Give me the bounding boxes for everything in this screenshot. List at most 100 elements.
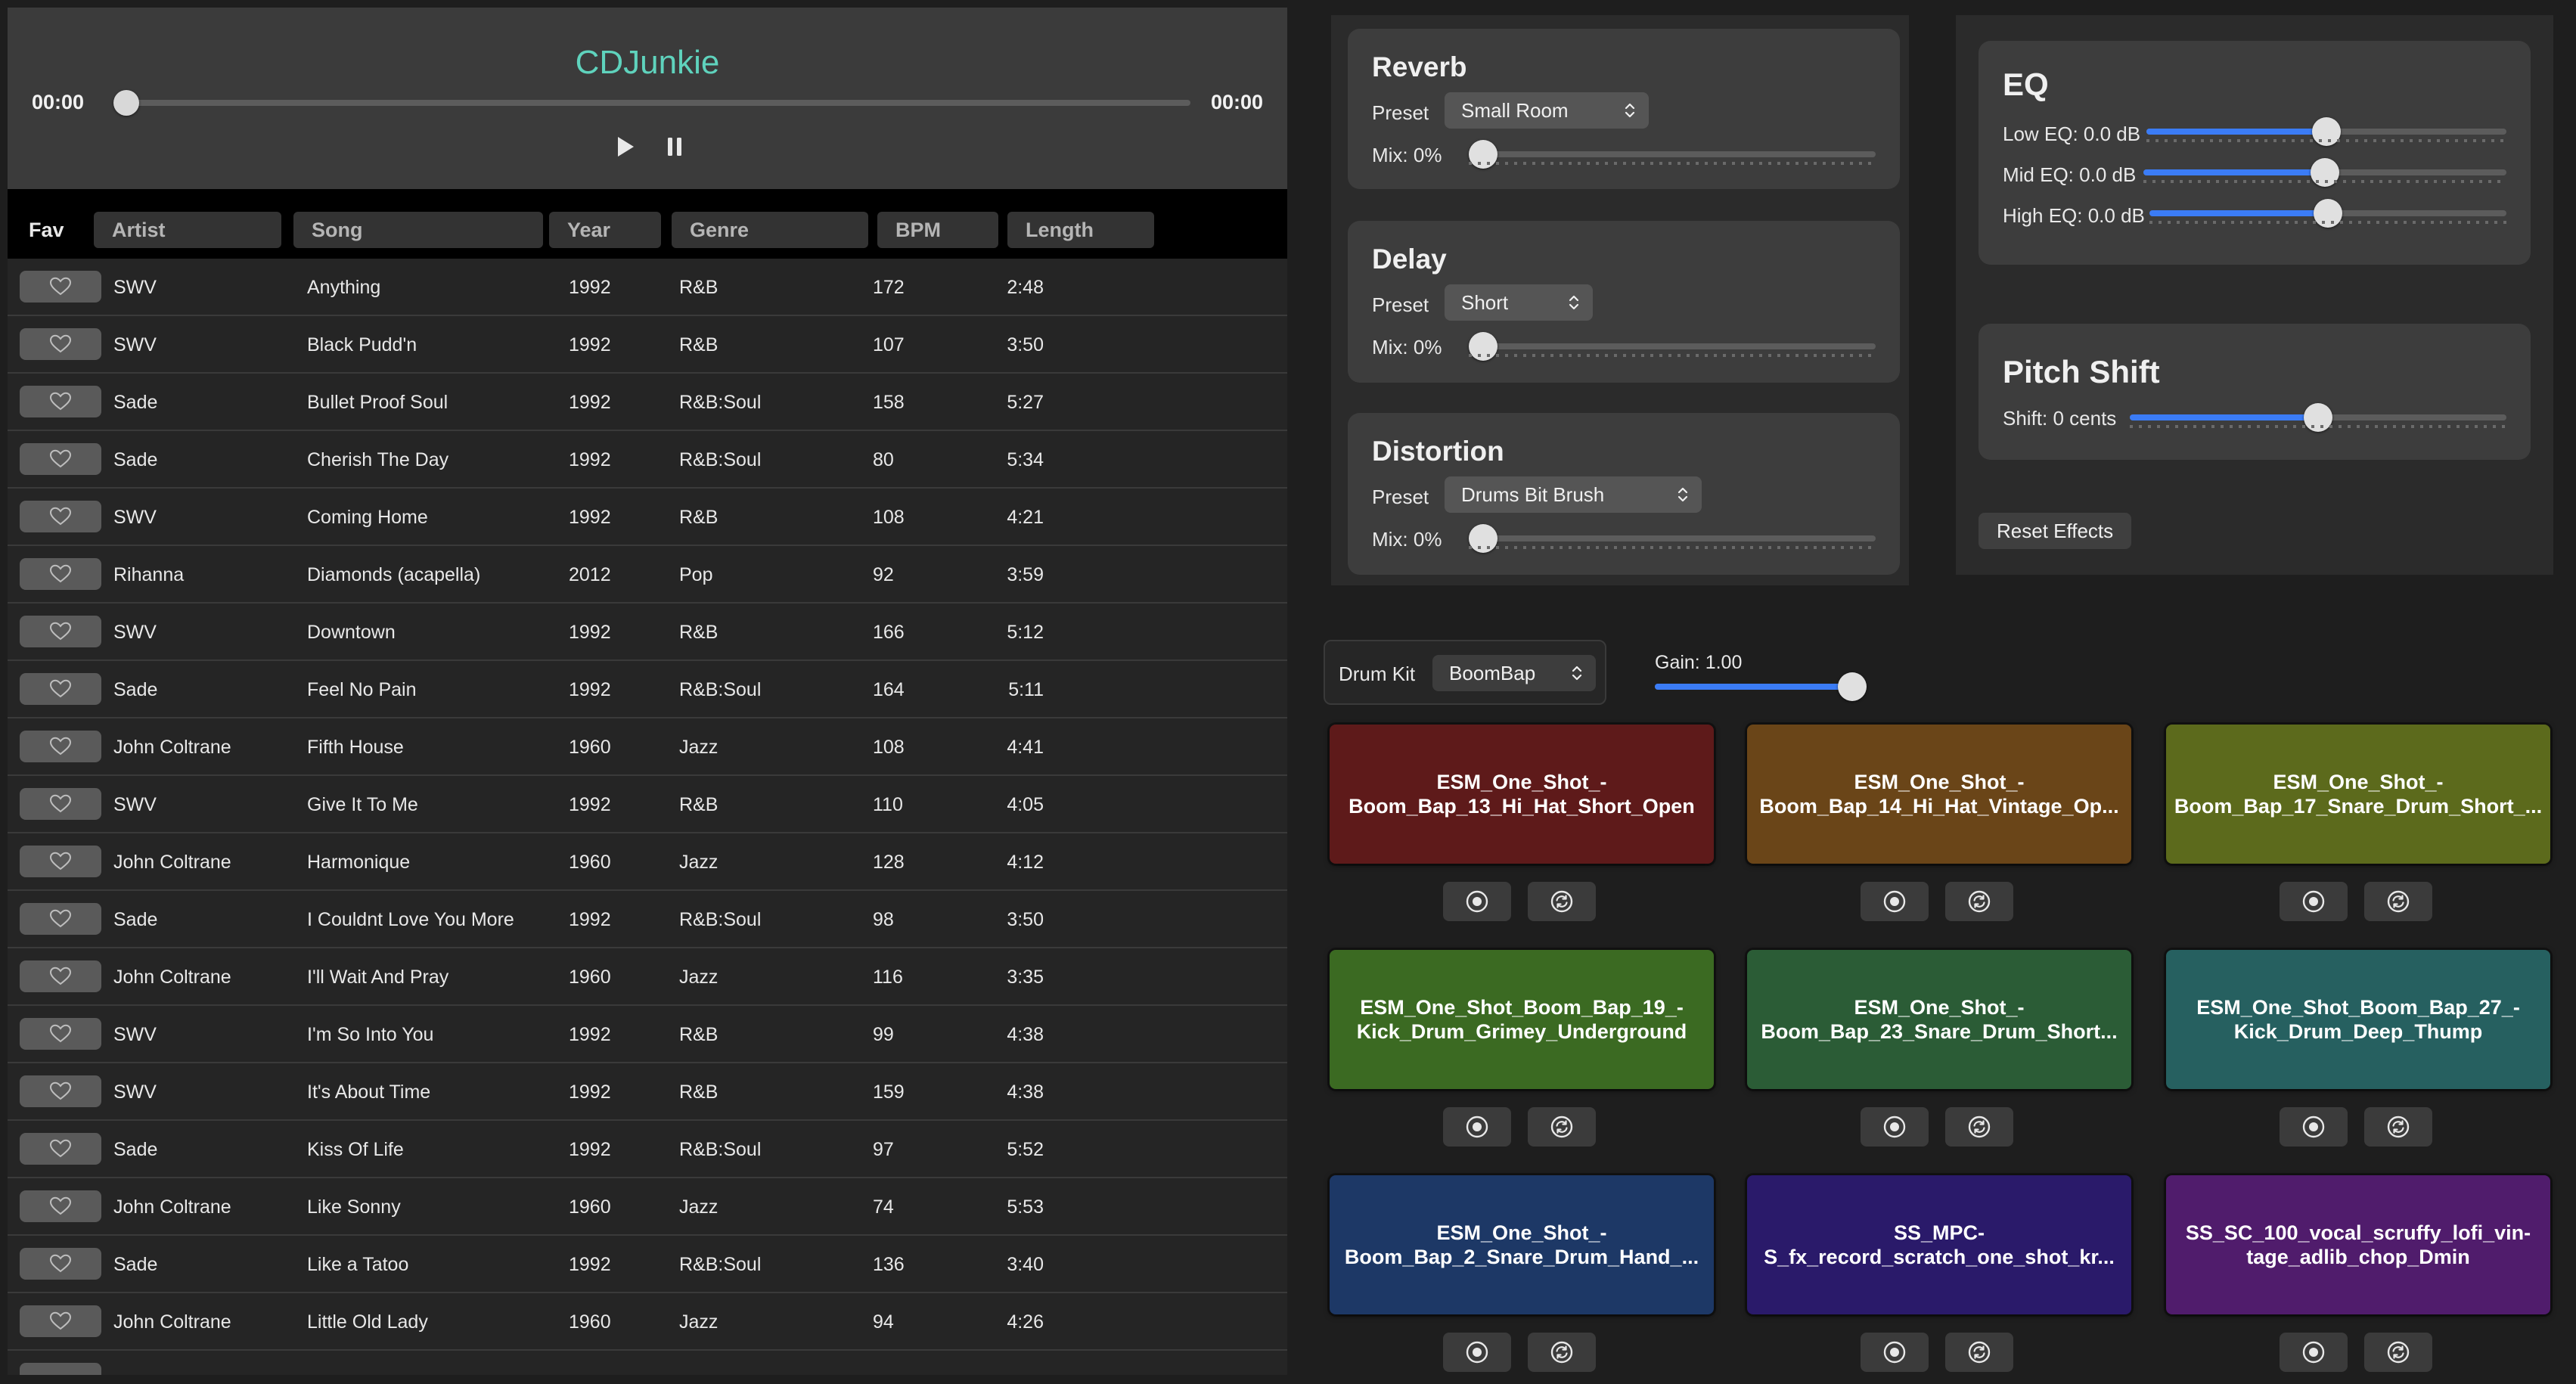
drum-pad[interactable]: ESM_One_Shot_Boom_Bap_27_- Kick_Drum_Dee… (2166, 950, 2550, 1089)
high-eq-slider[interactable] (2149, 199, 2506, 228)
pad-loop-button[interactable] (1945, 1107, 2013, 1147)
pad-loop-button[interactable] (2364, 1107, 2432, 1147)
pad-loop-button[interactable] (2364, 882, 2432, 921)
seek-knob[interactable] (113, 90, 139, 116)
pad-loop-button[interactable] (1945, 1333, 2013, 1372)
table-row[interactable]: SWV Give It To Me 1992 R&B 110 4:05 (8, 776, 1287, 833)
table-row[interactable]: John Coltrane Harmonique 1960 Jazz 128 4:12 (8, 833, 1287, 891)
drum-kit-select[interactable]: BoomBap (1432, 655, 1596, 691)
drum-pad[interactable]: ESM_One_Shot_Boom_Bap_19_- Kick_Drum_Gri… (1330, 950, 1714, 1089)
pad-loop-button[interactable] (2364, 1333, 2432, 1372)
favorite-button[interactable] (20, 328, 101, 360)
gain-knob[interactable] (1838, 672, 1867, 701)
loop-icon (2387, 1116, 2410, 1138)
mid-eq-slider[interactable] (2143, 158, 2506, 187)
favorite-button[interactable] (20, 731, 101, 762)
favorite-button[interactable] (20, 960, 101, 992)
table-row[interactable]: SWV Black Pudd'n 1992 R&B 107 3:50 (8, 316, 1287, 374)
distortion-mix-slider[interactable] (1469, 524, 1876, 553)
table-row[interactable]: Sade Feel No Pain 1992 R&B:Soul 164 5:11 (8, 661, 1287, 718)
table-row[interactable]: SWV I'm So Into You 1992 R&B 99 4:38 (8, 1006, 1287, 1063)
favorite-button[interactable] (20, 1133, 101, 1165)
delay-mix-slider[interactable] (1469, 332, 1876, 361)
table-row[interactable]: Sade Kiss Of Life 1992 R&B:Soul 97 5:52 (8, 1121, 1287, 1178)
table-row[interactable]: SWV Downtown 1992 R&B 166 5:12 (8, 604, 1287, 661)
favorite-button[interactable] (20, 903, 101, 935)
pad-loop-button[interactable] (1528, 1333, 1596, 1372)
favorite-button[interactable] (20, 271, 101, 303)
header-genre[interactable]: Genre (672, 212, 868, 248)
drum-pad[interactable]: ESM_One_Shot_- Boom_Bap_14_Hi_Hat_Vintag… (1747, 725, 2131, 864)
favorite-button[interactable] (20, 1190, 101, 1222)
favorite-button[interactable] (20, 501, 101, 532)
reverb-preset-select[interactable]: Small Room (1445, 92, 1649, 129)
delay-preset-select[interactable]: Short (1445, 284, 1593, 321)
header-artist[interactable]: Artist (94, 212, 281, 248)
heart-icon (49, 1311, 72, 1330)
drum-pad[interactable]: ESM_One_Shot_- Boom_Bap_2_Snare_Drum_Han… (1330, 1175, 1714, 1314)
drum-pad-label: ESM_One_Shot_Boom_Bap_19_- Kick_Drum_Gri… (1356, 996, 1687, 1043)
drum-pad[interactable]: ESM_One_Shot_- Boom_Bap_17_Snare_Drum_Sh… (2166, 725, 2550, 864)
favorite-button[interactable] (20, 1248, 101, 1280)
table-row[interactable]: SWV Anything 1992 R&B 172 2:48 (8, 259, 1287, 316)
header-length[interactable]: Length (1007, 212, 1154, 248)
table-row[interactable]: Sade Bullet Proof Soul 1992 R&B:Soul 158 5:27 (8, 374, 1287, 431)
table-row[interactable]: Sade Like a Tatoo 1992 R&B:Soul 136 3:40 (8, 1236, 1287, 1293)
reset-effects-button[interactable]: Reset Effects (1979, 513, 2132, 549)
table-row[interactable]: John Coltrane I'll Wait And Pray 1960 Jazz 1… (8, 948, 1287, 1006)
gain-fill (1655, 684, 1852, 690)
pad-loop-button[interactable] (1528, 1107, 1596, 1147)
favorite-button[interactable] (20, 1305, 101, 1337)
favorite-button[interactable] (20, 788, 101, 820)
pad-record-button[interactable] (1443, 1333, 1511, 1372)
seek-slider[interactable] (113, 90, 1190, 116)
reverb-mix-slider[interactable] (1469, 140, 1876, 169)
table-row[interactable]: John Coltrane Fifth House 1960 Jazz 108 4:41 (8, 718, 1287, 776)
header-song[interactable]: Song (293, 212, 543, 248)
table-row[interactable] (8, 1351, 1287, 1375)
pad-record-button[interactable] (2280, 882, 2348, 921)
pad-record-button[interactable] (1861, 1333, 1929, 1372)
favorite-button[interactable] (20, 616, 101, 647)
table-row[interactable]: Sade I Couldnt Love You More 1992 R&B:Soul 9… (8, 891, 1287, 948)
pad-loop-button[interactable] (1945, 882, 2013, 921)
pad-record-button[interactable] (1861, 882, 1929, 921)
cell-artist: SWV (113, 1024, 157, 1045)
distortion-preset-select[interactable]: Drums Bit Brush (1445, 476, 1702, 513)
table-row[interactable]: SWV Coming Home 1992 R&B 108 4:21 (8, 489, 1287, 546)
table-row[interactable]: Rihanna Diamonds (acapella) 2012 Pop 92 3:59 (8, 546, 1287, 604)
pad-record-button[interactable] (1861, 1107, 1929, 1147)
table-row[interactable]: John Coltrane Like Sonny 1960 Jazz 74 5:53 (8, 1178, 1287, 1236)
cell-genre: R&B (679, 334, 718, 355)
favorite-button[interactable] (20, 1075, 101, 1107)
drum-pad[interactable]: SS_SC_100_vocal_scruffy_lofi_vin- tage_a… (2166, 1175, 2550, 1314)
favorite-button[interactable] (20, 558, 101, 590)
gain-slider[interactable] (1655, 672, 1867, 701)
loop-icon (2387, 890, 2410, 913)
drum-pad[interactable]: SS_MPC- S_fx_record_scratch_one_shot_kr.… (1747, 1175, 2131, 1314)
pitch-shift-slider[interactable] (2130, 403, 2506, 432)
pad-record-button[interactable] (1443, 882, 1511, 921)
play-button[interactable] (611, 133, 638, 160)
favorite-button[interactable] (20, 443, 101, 475)
cell-genre: R&B (679, 622, 718, 643)
pad-loop-button[interactable] (1528, 882, 1596, 921)
drum-pad[interactable]: ESM_One_Shot_- Boom_Bap_13_Hi_Hat_Short_… (1330, 725, 1714, 864)
pad-record-button[interactable] (1443, 1107, 1511, 1147)
pause-button[interactable] (661, 133, 688, 160)
pad-record-button[interactable] (2280, 1333, 2348, 1372)
favorite-button[interactable] (20, 1363, 101, 1375)
header-fav[interactable]: Fav (18, 212, 86, 248)
table-row[interactable]: John Coltrane Little Old Lady 1960 Jazz 94 4:… (8, 1293, 1287, 1351)
table-row[interactable]: SWV It's About Time 1992 R&B 159 4:38 (8, 1063, 1287, 1121)
favorite-button[interactable] (20, 386, 101, 417)
favorite-button[interactable] (20, 846, 101, 877)
low-eq-slider[interactable] (2146, 117, 2506, 146)
drum-pad[interactable]: ESM_One_Shot_- Boom_Bap_23_Snare_Drum_Sh… (1747, 950, 2131, 1089)
table-row[interactable]: Sade Cherish The Day 1992 R&B:Soul 80 5:34 (8, 431, 1287, 489)
pad-record-button[interactable] (2280, 1107, 2348, 1147)
favorite-button[interactable] (20, 1018, 101, 1050)
header-bpm[interactable]: BPM (877, 212, 998, 248)
header-year[interactable]: Year (549, 212, 661, 248)
favorite-button[interactable] (20, 673, 101, 705)
